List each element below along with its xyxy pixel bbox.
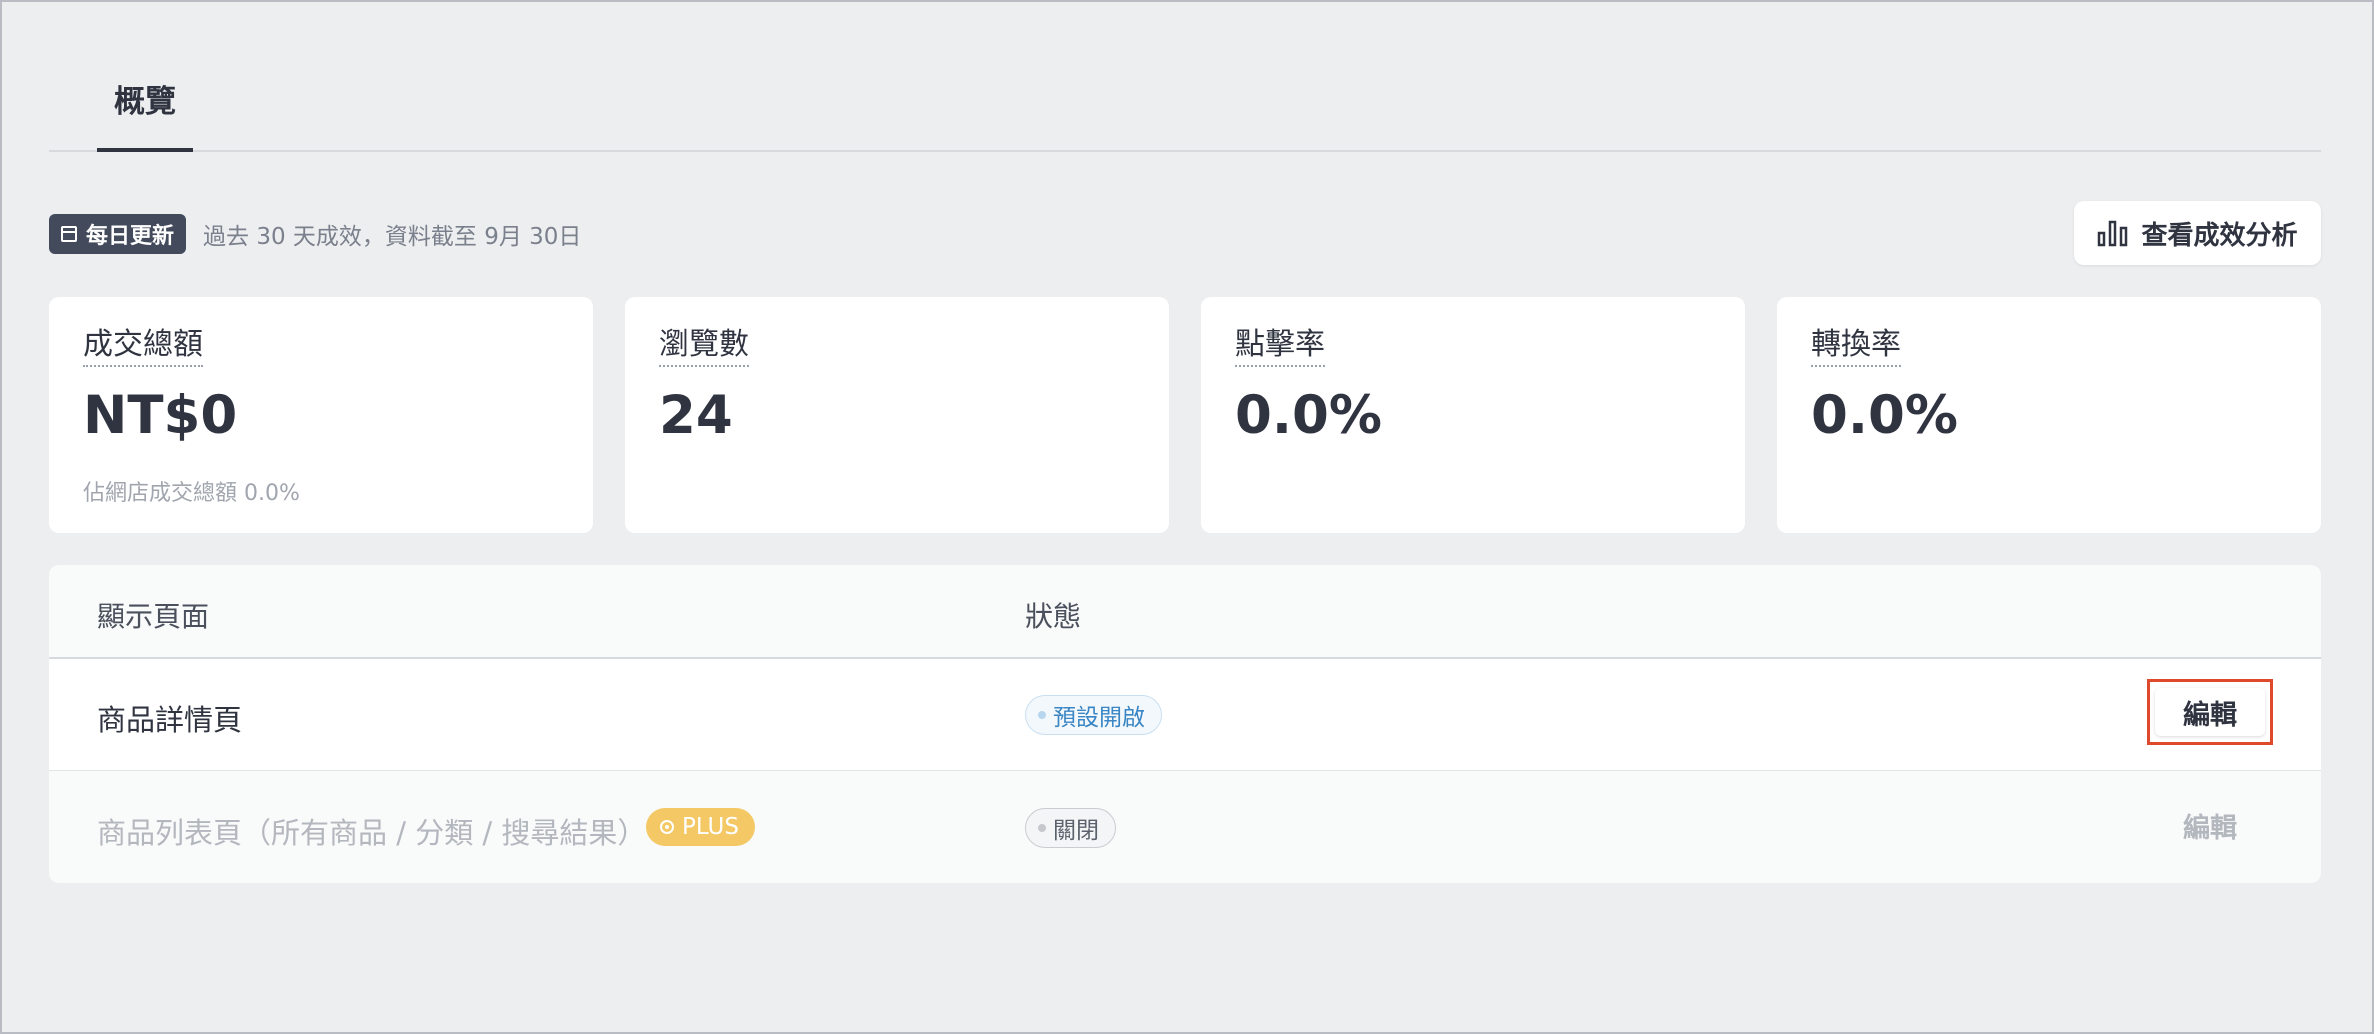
view-analysis-button[interactable]: 查看成效分析 xyxy=(2074,201,2321,265)
metric-value: 0.0% xyxy=(1235,385,1382,446)
calendar-icon xyxy=(61,226,77,242)
metric-value: 24 xyxy=(659,385,733,446)
page-name: 商品列表頁（所有商品 / 分類 / 搜尋結果） xyxy=(97,816,647,850)
status-badge: 關閉 xyxy=(1025,808,1116,848)
status-dot xyxy=(1038,711,1046,719)
edit-label: 編輯 xyxy=(2155,688,2265,736)
daily-update-badge: 每日更新 xyxy=(49,214,187,254)
metric-value: 0.0% xyxy=(1811,385,1958,446)
metric-card-ctr: 點擊率 0.0% xyxy=(1201,297,1745,533)
tab-bar: 概覽 xyxy=(49,50,2321,152)
metric-card-conversion: 轉換率 0.0% xyxy=(1777,297,2321,533)
edit-button-disabled[interactable]: 編輯 xyxy=(2147,792,2273,858)
plus-label: PLUS xyxy=(682,814,739,840)
status-badge: 預設開啟 xyxy=(1025,695,1162,735)
metric-subtext: 佔網店成交總額 0.0% xyxy=(83,481,300,506)
metric-card-gmv: 成交總額 NT$0 佔網店成交總額 0.0% xyxy=(49,297,593,533)
info-row: 每日更新 過去 30 天成效，資料截至 9月 30日 xyxy=(49,213,581,255)
display-page-table: 顯示頁面 狀態 商品詳情頁 預設開啟 編輯 商品列表頁（所有商品 / 分類 / … xyxy=(49,565,2321,883)
header-status: 狀態 xyxy=(1025,600,1082,633)
view-analysis-label: 查看成效分析 xyxy=(2141,220,2298,251)
status-dot xyxy=(1038,824,1046,832)
plus-badge: PLUS xyxy=(646,808,755,846)
metric-label[interactable]: 轉換率 xyxy=(1811,327,1901,367)
edit-label: 編輯 xyxy=(2183,812,2237,844)
bar-chart-icon xyxy=(2098,220,2128,247)
period-text: 過去 30 天成效，資料截至 9月 30日 xyxy=(203,224,582,250)
edit-button[interactable]: 編輯 xyxy=(2147,679,2273,745)
metric-label[interactable]: 點擊率 xyxy=(1235,327,1325,367)
header-display-page: 顯示頁面 xyxy=(97,600,210,633)
metric-value: NT$0 xyxy=(83,385,238,446)
table-header: 顯示頁面 狀態 xyxy=(49,565,2321,659)
status-label: 關閉 xyxy=(1053,818,1099,844)
table-row: 商品列表頁（所有商品 / 分類 / 搜尋結果） PLUS 關閉 編輯 xyxy=(49,772,2321,883)
metric-label[interactable]: 成交總額 xyxy=(83,327,203,367)
metric-label[interactable]: 瀏覽數 xyxy=(659,327,749,367)
page-name: 商品詳情頁 xyxy=(97,703,243,737)
table-row: 商品詳情頁 預設開啟 編輯 xyxy=(49,659,2321,771)
status-label: 預設開啟 xyxy=(1053,705,1145,731)
tab-overview[interactable]: 概覽 xyxy=(97,50,193,152)
plus-icon xyxy=(660,820,674,834)
metric-card-views: 瀏覽數 24 xyxy=(625,297,1169,533)
daily-update-label: 每日更新 xyxy=(86,224,175,249)
